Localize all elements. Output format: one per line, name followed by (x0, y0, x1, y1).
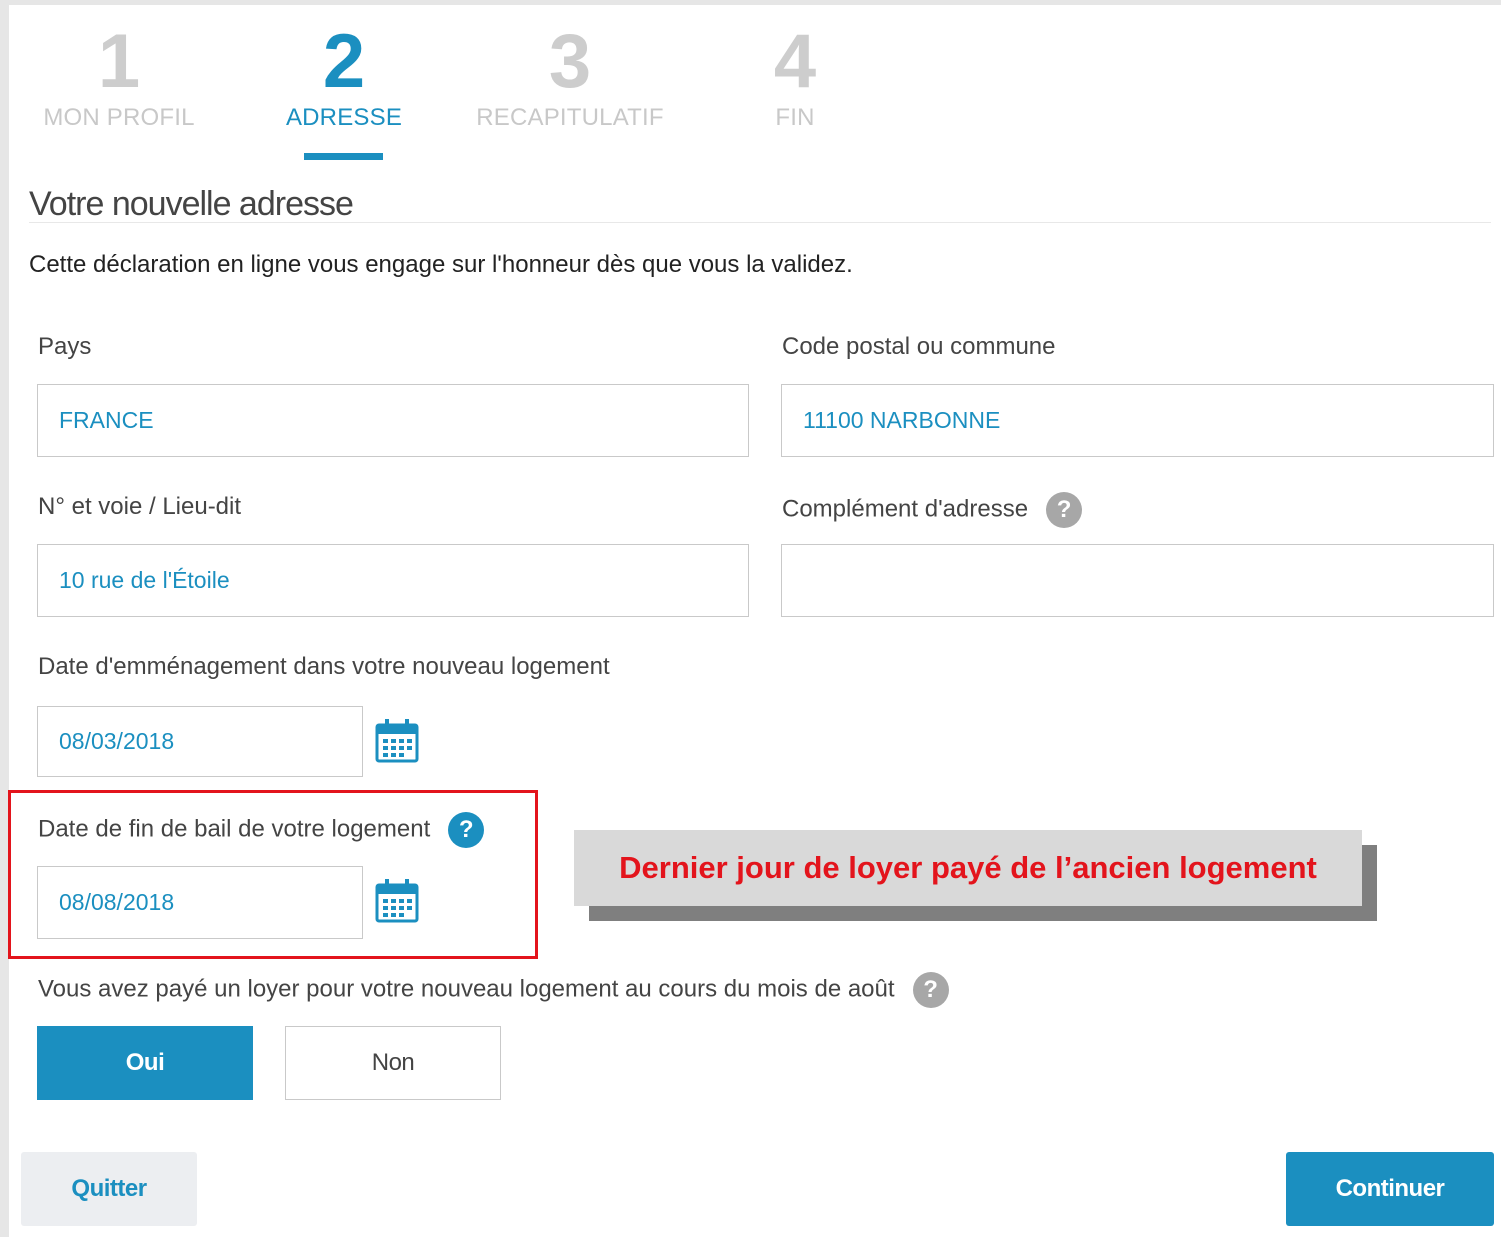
step-recapitulatif[interactable]: 3 RECAPITULATIF (475, 24, 665, 132)
complement-label: Complément d'adresse (782, 495, 1029, 523)
pays-label: Pays (38, 333, 92, 360)
date-emmenagement-value: 08/03/2018 (59, 728, 175, 754)
pays-field[interactable]: FRANCE (37, 384, 749, 457)
loyer-question-row: Vous avez payé un loyer pour votre nouve… (38, 972, 949, 1008)
step-label: MON PROFIL (43, 104, 195, 131)
step-label: RECAPITULATIF (476, 104, 664, 131)
title-divider (29, 222, 1491, 223)
window-frame-left (0, 0, 9, 1237)
intro-text: Cette déclaration en ligne vous engage s… (29, 251, 853, 278)
question-circle-icon[interactable]: ? (912, 972, 949, 1008)
code-postal-value: 11100 NARBONNE (803, 407, 1001, 433)
step-number: 1 (97, 19, 141, 104)
active-step-indicator (304, 153, 383, 160)
loyer-question: Vous avez payé un loyer pour votre nouve… (38, 975, 895, 1003)
voie-label: N° et voie / Lieu-dit (38, 493, 242, 520)
non-button[interactable]: Non (285, 1026, 501, 1100)
annotation-highlight-box (8, 790, 538, 959)
code-postal-label: Code postal ou commune (782, 333, 1056, 360)
pays-value: FRANCE (59, 407, 154, 433)
step-adresse[interactable]: 2 ADRESSE (283, 24, 405, 132)
step-label: FIN (775, 104, 815, 131)
date-emmenagement-field[interactable]: 08/03/2018 (37, 706, 363, 777)
oui-button[interactable]: Oui (37, 1026, 253, 1100)
voie-value: 10 rue de l'Étoile (59, 567, 230, 593)
quit-button[interactable]: Quitter (21, 1152, 197, 1226)
calendar-icon[interactable] (375, 718, 419, 764)
code-postal-field[interactable]: 11100 NARBONNE (781, 384, 1494, 457)
complement-label-row: Complément d'adresse? (782, 492, 1083, 528)
step-mon-profil[interactable]: 1 MON PROFIL (43, 24, 195, 132)
step-label: ADRESSE (285, 104, 403, 131)
voie-field[interactable]: 10 rue de l'Étoile (37, 544, 749, 617)
step-number: 4 (773, 19, 817, 104)
date-emmenagement-label: Date d'emménagement dans votre nouveau l… (38, 653, 610, 680)
step-fin[interactable]: 4 FIN (755, 24, 835, 132)
page-title: Votre nouvelle adresse (29, 185, 354, 223)
annotation-callout: Dernier jour de loyer payé de l’ancien l… (574, 830, 1362, 906)
window-frame-top (0, 0, 1501, 5)
step-number: 3 (548, 19, 592, 104)
question-circle-icon[interactable]: ? (1046, 492, 1083, 528)
step-number: 2 (322, 19, 366, 104)
continue-button[interactable]: Continuer (1286, 1152, 1494, 1226)
complement-field[interactable] (781, 544, 1494, 617)
